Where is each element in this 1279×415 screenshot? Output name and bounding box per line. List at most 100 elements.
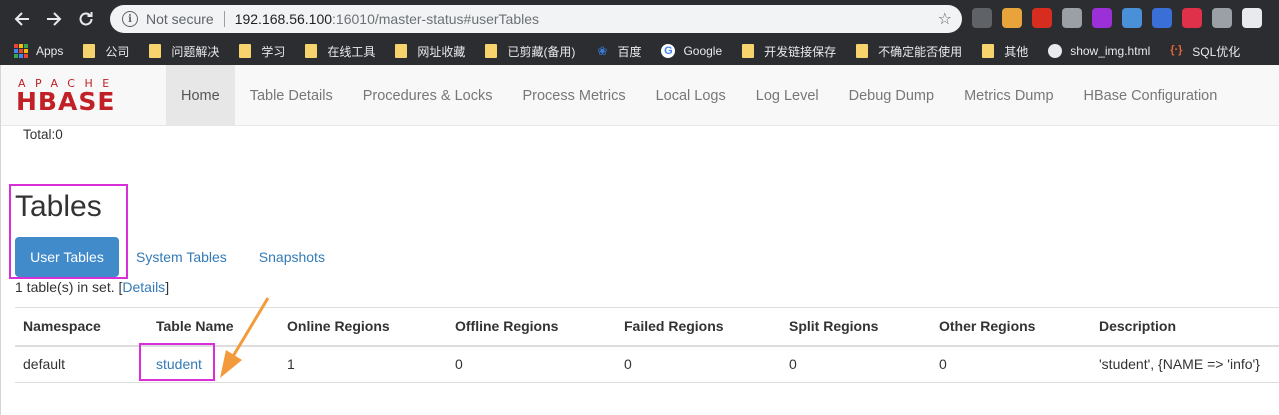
details-link[interactable]: Details [122, 279, 165, 295]
bookmark-item[interactable]: 开发链接保存 [742, 43, 836, 60]
nav-debug-dump[interactable]: Debug Dump [834, 65, 949, 126]
reload-icon[interactable] [70, 0, 102, 37]
url-host: 192.168.56.100 [234, 11, 333, 27]
info-icon[interactable]: i [122, 11, 138, 27]
bookmark-item[interactable]: Apps [14, 44, 63, 58]
bookmark-item[interactable]: ❀ 百度 [595, 43, 641, 60]
nav-procedures-locks[interactable]: Procedures & Locks [348, 65, 508, 126]
table-cell: 'student', {NAME => 'info'} [1091, 345, 1279, 383]
nav-log-level[interactable]: Log Level [741, 65, 834, 126]
circle-icon[interactable] [1122, 8, 1142, 28]
nav-metrics-dump[interactable]: Metrics Dump [949, 65, 1068, 126]
apps-grid-icon [14, 44, 28, 58]
bookmark-label: show_img.html [1070, 44, 1151, 58]
folder-icon [239, 44, 252, 58]
google-icon: G [661, 44, 676, 58]
folder-icon [83, 44, 96, 58]
tables-tabs: User Tables System Tables Snapshots [15, 237, 342, 277]
nav-local-logs[interactable]: Local Logs [641, 65, 741, 126]
column-header[interactable]: Offline Regions [447, 307, 616, 347]
glasses-icon[interactable] [1242, 8, 1262, 28]
bookmark-label: SQL优化 [1192, 44, 1241, 59]
tab-user-tables[interactable]: User Tables [15, 237, 119, 277]
bookmark-label: 其他 [1004, 44, 1029, 59]
cloud-icon[interactable] [1212, 8, 1232, 28]
bookmark-label: 公司 [105, 44, 130, 59]
pocket-icon[interactable] [1182, 8, 1202, 28]
browser-toolbar: i Not secure 192.168.56.100:16010/master… [0, 0, 1279, 37]
bookmark-label: Apps [36, 44, 64, 58]
tab-system-tables[interactable]: System Tables [121, 237, 242, 277]
bookmark-item[interactable]: 其他 [982, 43, 1028, 60]
baidu-paw-icon: ❀ [597, 44, 608, 58]
owl-icon[interactable] [1002, 8, 1022, 28]
column-header[interactable]: Split Regions [781, 307, 931, 347]
hbase-master-page: APACHE HBASE Home Table Details Procedures… [0, 65, 1279, 415]
shield-icon[interactable] [1152, 8, 1172, 28]
table-count-line: 1 table(s) in set. [Details] [15, 279, 169, 295]
table-count-text: 1 table(s) in set. [ [15, 279, 123, 295]
tab-snapshots[interactable]: Snapshots [244, 237, 340, 277]
column-header[interactable]: Table Name [148, 307, 279, 347]
hbase-logo[interactable]: APACHE HBASE [16, 77, 154, 116]
folder-icon [149, 44, 162, 58]
folder-icon [982, 44, 995, 58]
nav-table-details[interactable]: Table Details [235, 65, 348, 126]
address-bar[interactable]: i Not secure 192.168.56.100:16010/master… [110, 5, 962, 33]
table-cell: 0 [931, 345, 1091, 383]
column-header[interactable]: Other Regions [931, 307, 1091, 347]
table-cell: 0 [616, 345, 781, 383]
tables-heading: Tables [15, 190, 102, 223]
bookmark-item[interactable]: 公司 [83, 43, 129, 60]
nav-home[interactable]: Home [166, 65, 235, 126]
column-header[interactable]: Namespace [15, 307, 148, 347]
bookmark-label: 在线工具 [327, 44, 376, 59]
student-highlight-box [139, 343, 215, 381]
table-cell: 0 [781, 345, 931, 383]
column-header[interactable]: Description [1091, 307, 1279, 347]
bookmark-item[interactable]: {·} SQL优化 [1170, 43, 1240, 60]
bookmark-label: Google [683, 44, 723, 58]
table-count-suffix: ] [165, 279, 170, 295]
table-cell: 1 [279, 345, 447, 383]
bookmark-item[interactable]: show_img.html [1048, 44, 1150, 58]
nav-hbase-configuration[interactable]: HBase Configuration [1069, 65, 1233, 126]
folder-icon [305, 44, 318, 58]
bookmark-item[interactable]: G Google [661, 44, 722, 58]
forward-icon[interactable] [38, 0, 70, 37]
bookmark-item[interactable]: 学习 [239, 43, 285, 60]
folder-icon [485, 44, 498, 58]
bookmark-label: 已剪藏(备用) [507, 44, 576, 59]
bookmark-item[interactable]: 已剪藏(备用) [485, 43, 575, 60]
bookmark-item[interactable]: 网址收藏 [395, 43, 465, 60]
profile-icon[interactable] [972, 8, 992, 28]
total-text: Total:0 [23, 127, 63, 142]
bookmark-label: 开发链接保存 [764, 44, 837, 59]
rp-icon[interactable] [1092, 8, 1112, 28]
nav-process-metrics[interactable]: Process Metrics [507, 65, 640, 126]
back-icon[interactable] [6, 0, 38, 37]
table-header-row: Namespace Table Name Online Regions Offline… [15, 307, 1279, 347]
bookmark-label: 百度 [617, 44, 642, 59]
separator [223, 11, 225, 27]
column-header[interactable]: Failed Regions [616, 307, 781, 347]
top-navbar: APACHE HBASE Home Table Details Procedures… [1, 65, 1279, 126]
folder-icon [742, 44, 755, 58]
bookmark-label: 问题解决 [171, 44, 220, 59]
logo-hbase-text: HBASE [16, 87, 115, 113]
url-path: :16010/master-status#userTables [332, 11, 540, 27]
bookmark-label: 学习 [261, 44, 286, 59]
folder-icon [395, 44, 408, 58]
adblock-icon[interactable] [1032, 8, 1052, 28]
github-icon [1048, 44, 1063, 58]
bookmark-item[interactable]: 在线工具 [305, 43, 375, 60]
bookmarks-bar: Apps 公司 问题解决 学习 在线工具 网址收藏 已剪藏(备用) ❀ 百度 G Google 开发链… [0, 37, 1279, 65]
table-cell: 0 [447, 345, 616, 383]
bookmark-item[interactable]: 问题解决 [149, 43, 219, 60]
bookmark-item[interactable]: 不确定能否使用 [856, 43, 962, 60]
column-header[interactable]: Online Regions [279, 307, 447, 347]
cursor-icon[interactable] [1062, 8, 1082, 28]
security-label: Not secure [146, 11, 214, 27]
bookmark-star-icon[interactable]: ☆ [938, 9, 952, 29]
table-cell: default [15, 345, 148, 383]
